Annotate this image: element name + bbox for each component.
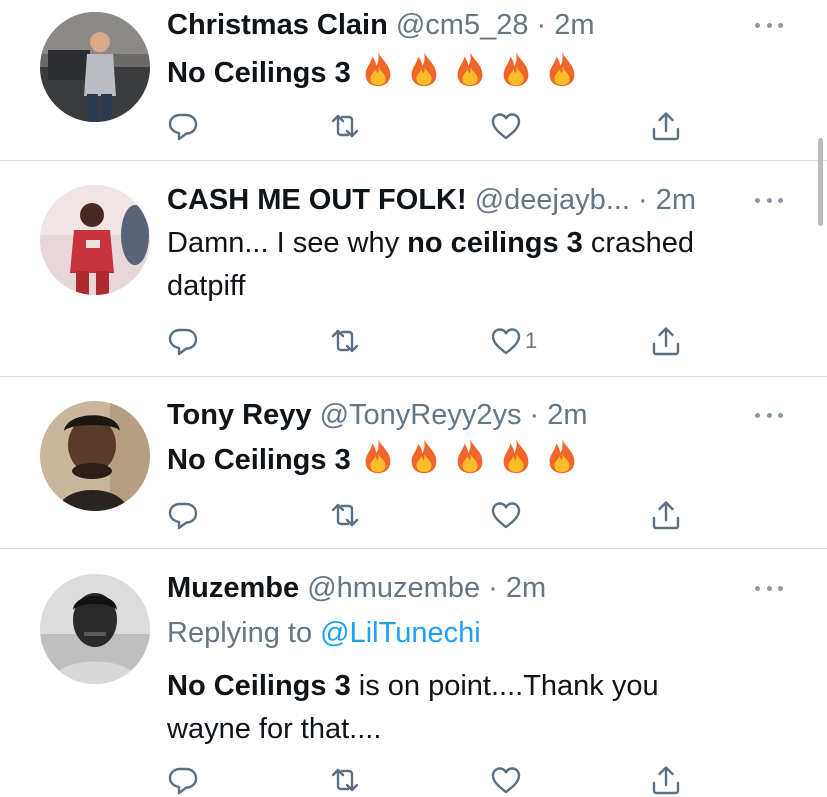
like-icon [490,499,522,531]
reply-button[interactable] [167,109,199,143]
like-icon [490,110,522,142]
fire-emoji [405,437,443,475]
like-button[interactable]: 1 [490,324,537,358]
fire-emoji [497,437,535,475]
share-icon [650,325,682,357]
tweet-text-bold: No Ceilings 3 [167,670,351,702]
reply-icon [167,325,199,357]
separator-dot: · [488,572,498,604]
like-icon [490,325,522,357]
timestamp[interactable]: 2m [547,399,587,431]
more-icon[interactable] [755,410,783,420]
avatar[interactable] [40,12,150,122]
tweet-actions [167,498,697,532]
tweet-text: No Ceilings 3 is on point....Thank you w… [167,665,727,751]
retweet-button[interactable] [329,109,361,143]
timestamp[interactable]: 2m [656,184,696,216]
share-button[interactable] [650,109,682,143]
avatar[interactable] [40,574,150,684]
tweet-text-bold: No Ceilings 3 [167,57,351,89]
retweet-button[interactable] [329,498,361,532]
tweet-text: No Ceilings 3 [167,437,757,482]
reply-button[interactable] [167,498,199,532]
share-button[interactable] [650,324,682,358]
like-count: 1 [525,328,538,353]
retweet-icon [329,764,361,796]
timestamp[interactable]: 2m [554,9,594,41]
display-name[interactable]: Christmas Clain [167,9,388,41]
display-name[interactable]: CASH ME OUT FOLK! [167,184,467,216]
fire-emoji [359,437,397,475]
user-handle[interactable]: @hmuzembe [307,572,480,604]
share-icon [650,499,682,531]
fire-emoji [405,50,443,88]
timestamp[interactable]: 2m [506,572,546,604]
retweet-button[interactable] [329,324,361,358]
tweet-tony-reyy[interactable]: Tony Reyy @TonyReyy2ys · 2m No Ceilings … [0,377,827,549]
scrollbar[interactable] [818,138,823,226]
separator-dot: · [529,399,540,431]
retweet-icon [329,325,361,357]
fire-emoji [543,437,581,475]
tweet-text-bold: No Ceilings 3 [167,444,351,476]
fire-emoji-group [351,444,581,476]
reply-button[interactable] [167,763,199,797]
separator-dot: · [637,184,648,216]
fire-emoji [543,50,581,88]
avatar[interactable] [40,401,150,511]
tweet-header: Christmas Clain @cm5_28 · 2m [167,8,743,42]
fire-emoji [497,50,535,88]
like-button[interactable] [490,763,525,797]
share-button[interactable] [650,498,682,532]
tweet-text-bold: no ceilings 3 [407,227,583,259]
retweet-icon [329,499,361,531]
retweet-icon [329,110,361,142]
reply-icon [167,110,199,142]
fire-emoji-group [351,57,581,89]
like-button[interactable] [490,498,525,532]
tweet-text: Damn... I see why no ceilings 3 crashed … [167,222,757,308]
retweet-button[interactable] [329,763,361,797]
tweet-christmas-clain[interactable]: Christmas Clain @cm5_28 · 2m No Ceilings… [0,0,827,161]
like-icon [490,764,522,796]
tweet-actions [167,109,697,143]
tweet-text-plain: Damn... I see why [167,227,408,259]
tweet-actions [167,763,697,797]
like-button[interactable] [490,109,525,143]
more-icon[interactable] [755,583,783,593]
avatar[interactable] [40,185,150,295]
user-handle[interactable]: @deejayb... [475,184,630,216]
tweet-actions: 1 [167,324,697,358]
fire-emoji [451,437,489,475]
display-name[interactable]: Tony Reyy [167,399,312,431]
share-button[interactable] [650,763,682,797]
separator-dot: · [536,9,547,41]
fire-emoji [451,50,489,88]
display-name[interactable]: Muzembe [167,572,299,604]
reply-button[interactable] [167,324,199,358]
tweet-muzembe[interactable]: Muzembe @hmuzembe · 2m Replying to @LilT… [0,549,827,773]
tweet-cash-me-out-folk[interactable]: CASH ME OUT FOLK! @deejayb... · 2m Damn.… [0,161,827,377]
tweet-header: Muzembe @hmuzembe · 2m [167,571,743,605]
share-icon [650,764,682,796]
tweet-header: CASH ME OUT FOLK! @deejayb... · 2m [167,183,743,217]
replying-to: Replying to @LilTunechi [167,613,481,653]
reply-icon [167,764,199,796]
user-handle[interactable]: @cm5_28 [396,9,529,41]
share-icon [650,110,682,142]
tweet-text: No Ceilings 3 [167,50,757,95]
user-handle[interactable]: @TonyReyy2ys [320,399,522,431]
replying-to-label: Replying to [167,617,321,649]
replying-to-mention[interactable]: @LilTunechi [320,617,481,649]
reply-icon [167,499,199,531]
more-icon[interactable] [755,195,783,205]
more-icon[interactable] [755,20,783,30]
tweet-header: Tony Reyy @TonyReyy2ys · 2m [167,398,743,432]
fire-emoji [359,50,397,88]
